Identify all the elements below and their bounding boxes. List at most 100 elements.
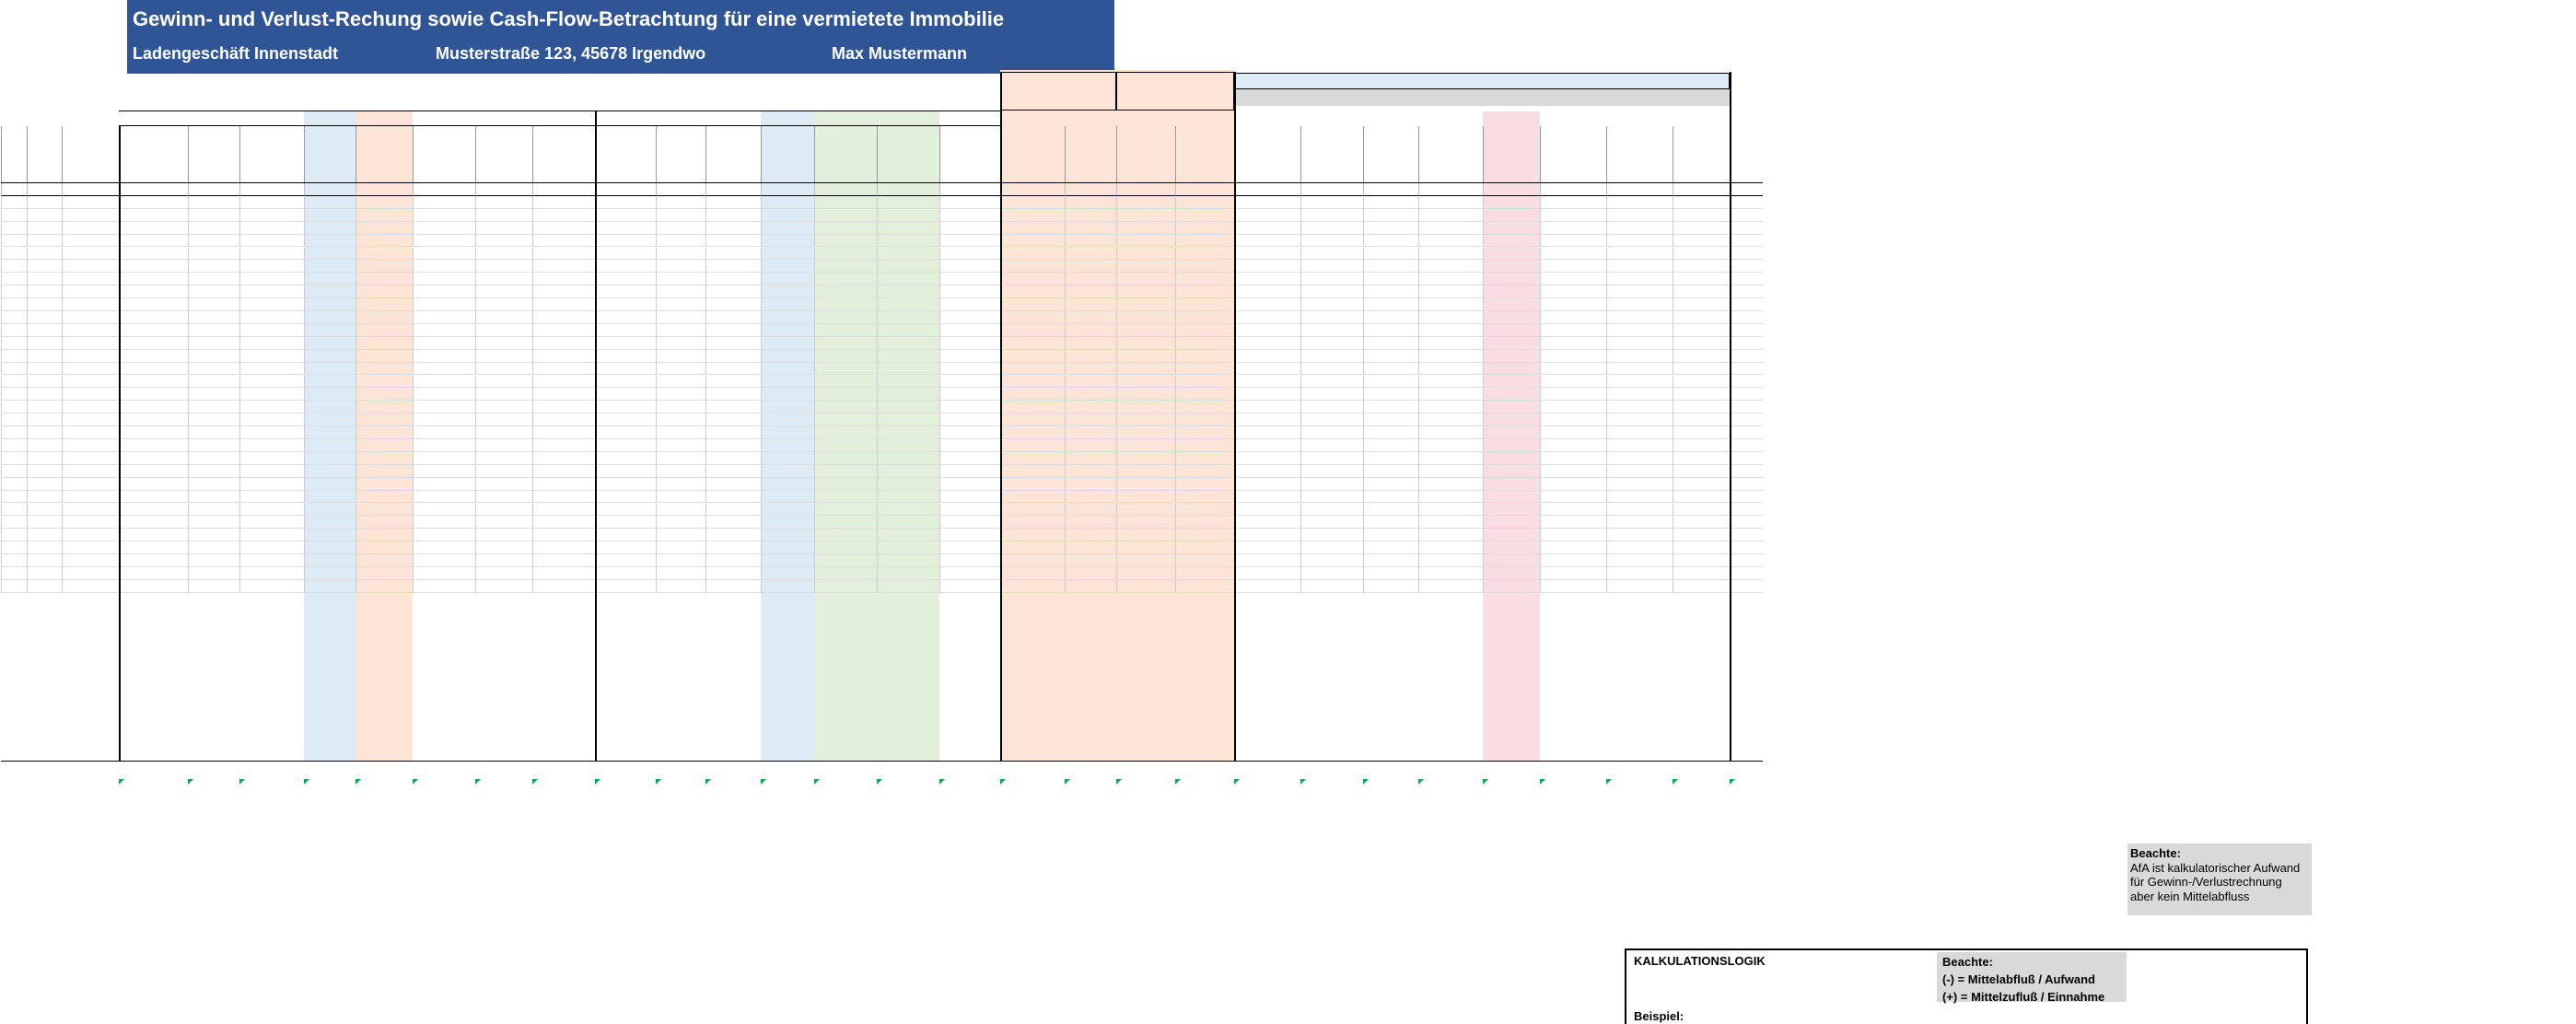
table-cell bbox=[656, 375, 705, 389]
footer-ref bbox=[1000, 779, 1065, 794]
green-marker-icon bbox=[814, 779, 820, 785]
table-cell bbox=[877, 401, 939, 414]
column-header bbox=[1606, 126, 1673, 183]
table-cell bbox=[304, 208, 356, 222]
table-cell bbox=[239, 260, 304, 273]
table-cell bbox=[1540, 490, 1606, 504]
table-cell bbox=[1, 439, 27, 452]
table-cell bbox=[532, 195, 595, 209]
column-header bbox=[304, 126, 356, 183]
table-cell bbox=[304, 285, 356, 299]
table-cell bbox=[413, 516, 475, 529]
table-cell bbox=[1363, 541, 1418, 555]
table-cell bbox=[1065, 464, 1116, 478]
table-cell bbox=[761, 554, 814, 567]
footer-ref bbox=[1363, 779, 1418, 794]
column-header bbox=[1730, 126, 1763, 183]
table-cell bbox=[62, 195, 119, 209]
table-cell bbox=[27, 375, 62, 389]
table-cell bbox=[532, 401, 595, 414]
column-header bbox=[1483, 126, 1540, 183]
table-cell bbox=[595, 375, 656, 389]
table-cell bbox=[814, 503, 877, 517]
table-cell bbox=[814, 362, 877, 376]
table-cell bbox=[27, 260, 62, 273]
start-row-cell bbox=[1, 183, 27, 196]
table-cell bbox=[877, 477, 939, 491]
footer-formula bbox=[1000, 795, 1065, 809]
table-cell bbox=[1116, 451, 1175, 465]
table-cell bbox=[188, 426, 239, 439]
table-cell bbox=[814, 234, 877, 248]
green-marker-icon bbox=[1540, 779, 1545, 785]
table-cell bbox=[1418, 426, 1483, 439]
table-cell bbox=[532, 579, 595, 593]
table-cell bbox=[1000, 541, 1065, 555]
table-cell bbox=[939, 439, 1000, 452]
table-cell bbox=[1540, 260, 1606, 273]
table-cell bbox=[413, 298, 475, 311]
column-header bbox=[939, 126, 1000, 183]
table-cell bbox=[119, 490, 188, 504]
footer-note bbox=[877, 810, 939, 967]
table-cell bbox=[705, 336, 761, 350]
table-cell bbox=[413, 451, 475, 465]
table-cell bbox=[27, 336, 62, 350]
table-cell bbox=[705, 451, 761, 465]
table-cell bbox=[188, 208, 239, 222]
table-cell bbox=[1540, 349, 1606, 363]
table-cell bbox=[304, 451, 356, 465]
table-cell bbox=[1000, 323, 1065, 337]
table-cell bbox=[1065, 413, 1116, 427]
footer-formula bbox=[1175, 795, 1234, 809]
table-cell bbox=[413, 439, 475, 452]
table-cell bbox=[1363, 311, 1418, 324]
green-marker-icon bbox=[1234, 779, 1240, 785]
table-cell bbox=[877, 273, 939, 286]
table-cell bbox=[239, 490, 304, 504]
table-cell bbox=[705, 579, 761, 593]
table-cell bbox=[761, 388, 814, 401]
table-cell bbox=[877, 298, 939, 311]
table-cell bbox=[1065, 195, 1116, 209]
grid-frame-line bbox=[1, 761, 1763, 762]
table-cell bbox=[413, 541, 475, 555]
table-cell bbox=[1363, 439, 1418, 452]
table-cell bbox=[119, 464, 188, 478]
table-cell bbox=[761, 349, 814, 363]
table-cell bbox=[1116, 273, 1175, 286]
table-cell bbox=[532, 260, 595, 273]
table-cell bbox=[1606, 490, 1673, 504]
table-cell bbox=[1, 529, 27, 542]
table-cell bbox=[1483, 388, 1540, 401]
table-cell bbox=[1000, 439, 1065, 452]
table-cell bbox=[239, 195, 304, 209]
green-marker-icon bbox=[1483, 779, 1488, 785]
table-cell bbox=[1175, 375, 1234, 389]
table-cell bbox=[1234, 298, 1300, 311]
afa-note-text: AfA ist kalkulatorischer Aufwand für Gew… bbox=[2130, 860, 2301, 903]
start-row-cell bbox=[1363, 183, 1418, 196]
green-marker-icon bbox=[939, 779, 945, 785]
table-cell bbox=[1065, 516, 1116, 529]
table-cell bbox=[814, 413, 877, 427]
table-cell bbox=[1483, 529, 1540, 542]
table-cell bbox=[62, 567, 119, 580]
table-cell bbox=[188, 298, 239, 311]
table-cell bbox=[1234, 579, 1300, 593]
calculation-beachte: Beachte: bbox=[1942, 955, 1993, 969]
table-cell bbox=[304, 503, 356, 517]
table-cell bbox=[62, 529, 119, 542]
table-cell bbox=[475, 362, 532, 376]
table-cell bbox=[188, 451, 239, 465]
table-cell bbox=[814, 426, 877, 439]
table-cell bbox=[1418, 529, 1483, 542]
footer-ref bbox=[1730, 779, 1763, 794]
table-cell bbox=[761, 579, 814, 593]
table-cell bbox=[27, 579, 62, 593]
footer-formula bbox=[1116, 795, 1175, 809]
table-cell bbox=[413, 311, 475, 324]
table-cell bbox=[62, 516, 119, 529]
table-cell bbox=[1, 579, 27, 593]
table-cell bbox=[761, 375, 814, 389]
